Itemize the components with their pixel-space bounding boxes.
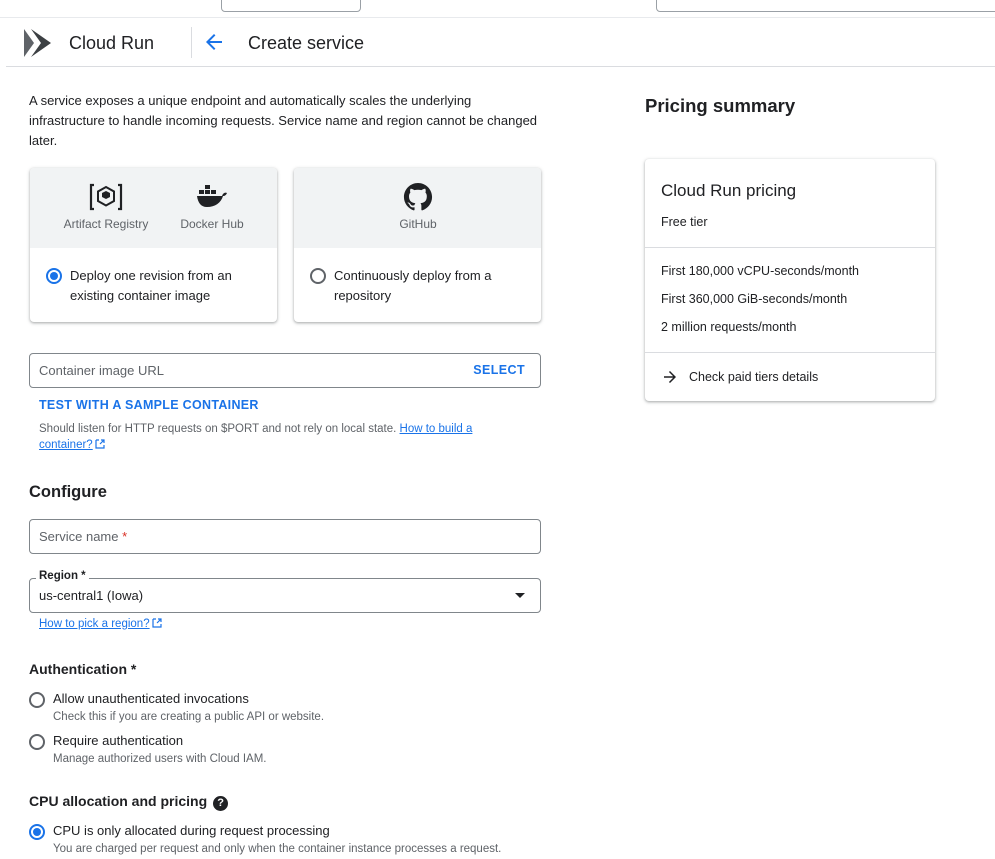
require-authentication-option[interactable]: Require authentication Manage authorized… <box>29 732 267 768</box>
check-paid-tiers-label: Check paid tiers details <box>689 370 819 384</box>
page-title: Create service <box>248 33 365 53</box>
dropdown-arrow-icon[interactable] <box>515 593 525 598</box>
page-header: Cloud Run Create service <box>6 18 995 67</box>
pricing-tier-item: First 360,000 GiB-seconds/month <box>661 292 848 306</box>
how-to-pick-region-link-text: How to pick a region? <box>39 618 150 630</box>
container-image-url-input[interactable]: Container image URL SELECT <box>29 353 541 388</box>
artifact-registry-source[interactable]: Artifact Registry <box>54 182 158 231</box>
pricing-card-subtitle: Free tier <box>661 215 708 229</box>
pricing-divider <box>645 247 935 248</box>
card-sources: Artifact Registry Docker Hub <box>30 168 277 248</box>
region-help: How to pick a region? <box>39 616 509 632</box>
github-source[interactable]: GitHub <box>378 182 458 231</box>
option-description: You are charged per request and only whe… <box>53 843 502 855</box>
pricing-divider <box>645 352 935 353</box>
cpu-request-only-radio[interactable] <box>29 824 45 840</box>
external-link-icon <box>151 618 162 628</box>
project-selector[interactable] <box>221 0 361 12</box>
service-name-placeholder: Service name * <box>39 529 127 544</box>
container-hint: Should listen for HTTP requests on $PORT… <box>39 421 509 453</box>
how-to-pick-region-link[interactable]: How to pick a region? <box>39 618 150 630</box>
pricing-card: Cloud Run pricing Free tier First 180,00… <box>645 159 935 401</box>
artifact-registry-icon <box>89 183 123 211</box>
option-label: CPU is only allocated during request pro… <box>53 823 330 838</box>
require-authentication-radio[interactable] <box>29 734 45 750</box>
option-description: Check this if you are creating a public … <box>53 711 325 723</box>
cpu-allocation-heading-text: CPU allocation and pricing <box>29 793 208 809</box>
deploy-option-label: Deploy one revision from an existing con… <box>70 268 232 303</box>
cpu-allocation-heading: CPU allocation and pricing? <box>29 793 229 811</box>
help-icon[interactable]: ? <box>213 796 229 811</box>
back-arrow-icon[interactable] <box>202 30 226 54</box>
pricing-card-title: Cloud Run pricing <box>661 181 797 200</box>
cpu-request-only-option[interactable]: CPU is only allocated during request pro… <box>29 822 501 858</box>
deploy-existing-image-card[interactable]: Artifact Registry Docker Hub Deploy one … <box>30 168 277 322</box>
console-search-box[interactable] <box>656 0 995 12</box>
deploy-existing-image-radio[interactable] <box>46 268 62 284</box>
region-value: us-central1 (Iowa) <box>39 588 144 603</box>
deploy-existing-image-option[interactable]: Deploy one revision from an existing con… <box>46 266 260 306</box>
option-label: Require authentication <box>53 733 184 748</box>
source-label: Docker Hub <box>180 217 244 231</box>
option-description: Manage authorized users with Cloud IAM. <box>53 753 267 765</box>
container-hint-text: Should listen for HTTP requests on $PORT… <box>39 423 400 435</box>
select-image-button[interactable]: SELECT <box>473 363 525 377</box>
deploy-option-label: Continuously deploy from a repository <box>334 268 492 303</box>
external-link-icon <box>95 439 105 449</box>
console-top-bar <box>0 0 995 18</box>
region-select[interactable]: Region * us-central1 (Iowa) <box>29 570 541 613</box>
card-sources: GitHub <box>294 168 541 248</box>
allow-unauthenticated-radio[interactable] <box>29 692 45 708</box>
pricing-summary-heading: Pricing summary <box>645 95 796 116</box>
required-mark: * <box>122 529 128 544</box>
docker-icon <box>197 185 227 207</box>
pricing-tier-item: 2 million requests/month <box>661 320 797 334</box>
service-name-input[interactable]: Service name * <box>29 519 541 554</box>
authentication-heading: Authentication * <box>29 661 137 677</box>
source-label: GitHub <box>399 217 437 231</box>
configure-heading: Configure <box>29 483 107 501</box>
source-label: Artifact Registry <box>63 217 149 231</box>
service-name-placeholder-text: Service name <box>39 529 119 544</box>
region-label: Region * <box>36 570 89 582</box>
intro-text: A service exposes a unique endpoint and … <box>29 93 538 148</box>
continuous-deploy-option[interactable]: Continuously deploy from a repository <box>310 266 524 306</box>
option-label: Allow unauthenticated invocations <box>53 691 249 706</box>
pricing-tier-item: First 180,000 vCPU-seconds/month <box>661 264 860 278</box>
continuous-deploy-card[interactable]: GitHub Continuously deploy from a reposi… <box>294 168 541 322</box>
docker-hub-source[interactable]: Docker Hub <box>172 182 252 231</box>
check-paid-tiers-link[interactable]: Check paid tiers details <box>661 368 818 386</box>
container-image-url-placeholder: Container image URL <box>39 363 165 378</box>
arrow-right-icon <box>664 371 676 383</box>
continuous-deploy-radio[interactable] <box>310 268 326 284</box>
test-sample-container-button[interactable]: TEST WITH A SAMPLE CONTAINER <box>39 398 259 412</box>
cloud-run-icon <box>24 29 51 57</box>
header-divider <box>191 27 192 58</box>
github-icon <box>403 182 433 211</box>
allow-unauthenticated-option[interactable]: Allow unauthenticated invocations Check … <box>29 690 324 726</box>
product-name: Cloud Run <box>69 33 155 53</box>
